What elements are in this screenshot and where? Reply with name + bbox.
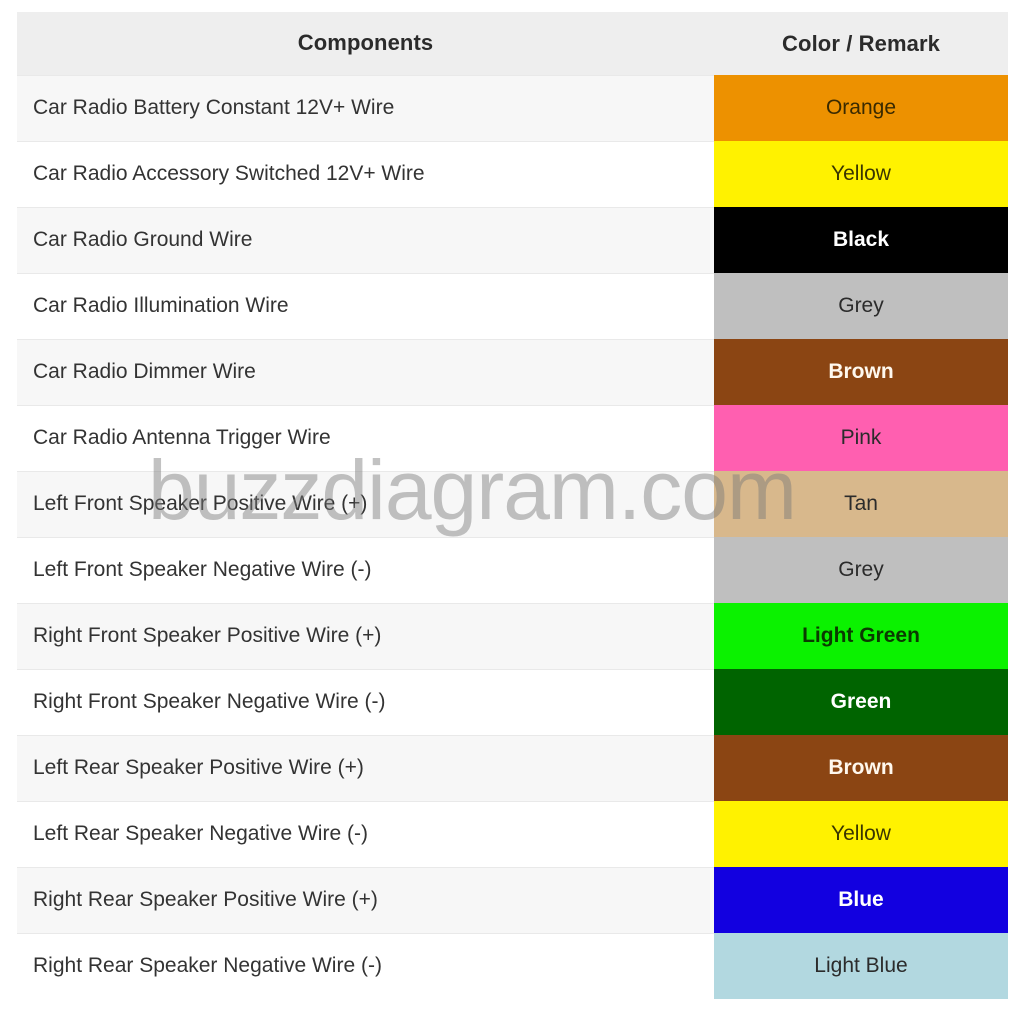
cell-color-swatch: Brown — [714, 339, 1008, 405]
cell-component-name: Right Front Speaker Positive Wire (+) — [17, 602, 714, 669]
cell-component-name: Left Front Speaker Negative Wire (-) — [17, 536, 714, 603]
cell-color-swatch: Yellow — [714, 141, 1008, 207]
cell-component-name: Right Front Speaker Negative Wire (-) — [17, 668, 714, 735]
cell-color-swatch: Tan — [714, 471, 1008, 537]
cell-color-swatch: Light Green — [714, 603, 1008, 669]
table-row: Left Front Speaker Negative Wire (-) Grey — [17, 536, 1008, 603]
table-row: Left Rear Speaker Positive Wire (+) Brown — [17, 734, 1008, 801]
cell-component-name: Right Rear Speaker Negative Wire (-) — [17, 932, 714, 999]
table-row: Right Rear Speaker Negative Wire (-) Ligh… — [17, 932, 1008, 999]
cell-component-name: Car Radio Battery Constant 12V+ Wire — [17, 74, 714, 141]
wiring-color-table: Components Color / Remark Car Radio Batt… — [17, 12, 1008, 999]
cell-color-swatch: Light Blue — [714, 933, 1008, 999]
cell-component-name: Left Rear Speaker Positive Wire (+) — [17, 734, 714, 801]
table-row: Car Radio Battery Constant 12V+ Wire Oran… — [17, 74, 1008, 141]
cell-component-name: Left Rear Speaker Negative Wire (-) — [17, 800, 714, 867]
table-header-row: Components Color / Remark — [17, 12, 1008, 75]
table-row: Car Radio Antenna Trigger Wire Pink — [17, 404, 1008, 471]
table-row: Car Radio Dimmer Wire Brown — [17, 338, 1008, 405]
cell-component-name: Right Rear Speaker Positive Wire (+) — [17, 866, 714, 933]
cell-color-swatch: Black — [714, 207, 1008, 273]
table-row: Car Radio Illumination Wire Grey — [17, 272, 1008, 339]
cell-color-swatch: Brown — [714, 735, 1008, 801]
cell-color-swatch: Blue — [714, 867, 1008, 933]
cell-color-swatch: Grey — [714, 537, 1008, 603]
table-row: Right Front Speaker Negative Wire (-) Gre… — [17, 668, 1008, 735]
cell-component-name: Car Radio Illumination Wire — [17, 272, 714, 339]
column-header-color-remark: Color / Remark — [714, 12, 1008, 75]
cell-component-name: Car Radio Accessory Switched 12V+ Wire — [17, 140, 714, 207]
cell-color-swatch: Grey — [714, 273, 1008, 339]
cell-color-swatch: Orange — [714, 75, 1008, 141]
cell-component-name: Left Front Speaker Positive Wire (+) — [17, 470, 714, 537]
table-body: Car Radio Battery Constant 12V+ Wire Oran… — [17, 74, 1008, 999]
table-header: Components Color / Remark — [17, 12, 1008, 75]
table-row: Right Rear Speaker Positive Wire (+) Blue — [17, 866, 1008, 933]
column-header-components: Components — [17, 12, 714, 75]
cell-color-swatch: Yellow — [714, 801, 1008, 867]
cell-color-swatch: Green — [714, 669, 1008, 735]
table-row: Right Front Speaker Positive Wire (+) Lig… — [17, 602, 1008, 669]
cell-color-swatch: Pink — [714, 405, 1008, 471]
table-row: Car Radio Accessory Switched 12V+ Wire Ye… — [17, 140, 1008, 207]
cell-component-name: Car Radio Antenna Trigger Wire — [17, 404, 714, 471]
page-root: Components Color / Remark Car Radio Batt… — [0, 0, 1024, 1024]
table-row: Car Radio Ground Wire Black — [17, 206, 1008, 273]
table-row: Left Front Speaker Positive Wire (+) Tan — [17, 470, 1008, 537]
cell-component-name: Car Radio Dimmer Wire — [17, 338, 714, 405]
table-row: Left Rear Speaker Negative Wire (-) Yello… — [17, 800, 1008, 867]
cell-component-name: Car Radio Ground Wire — [17, 206, 714, 273]
